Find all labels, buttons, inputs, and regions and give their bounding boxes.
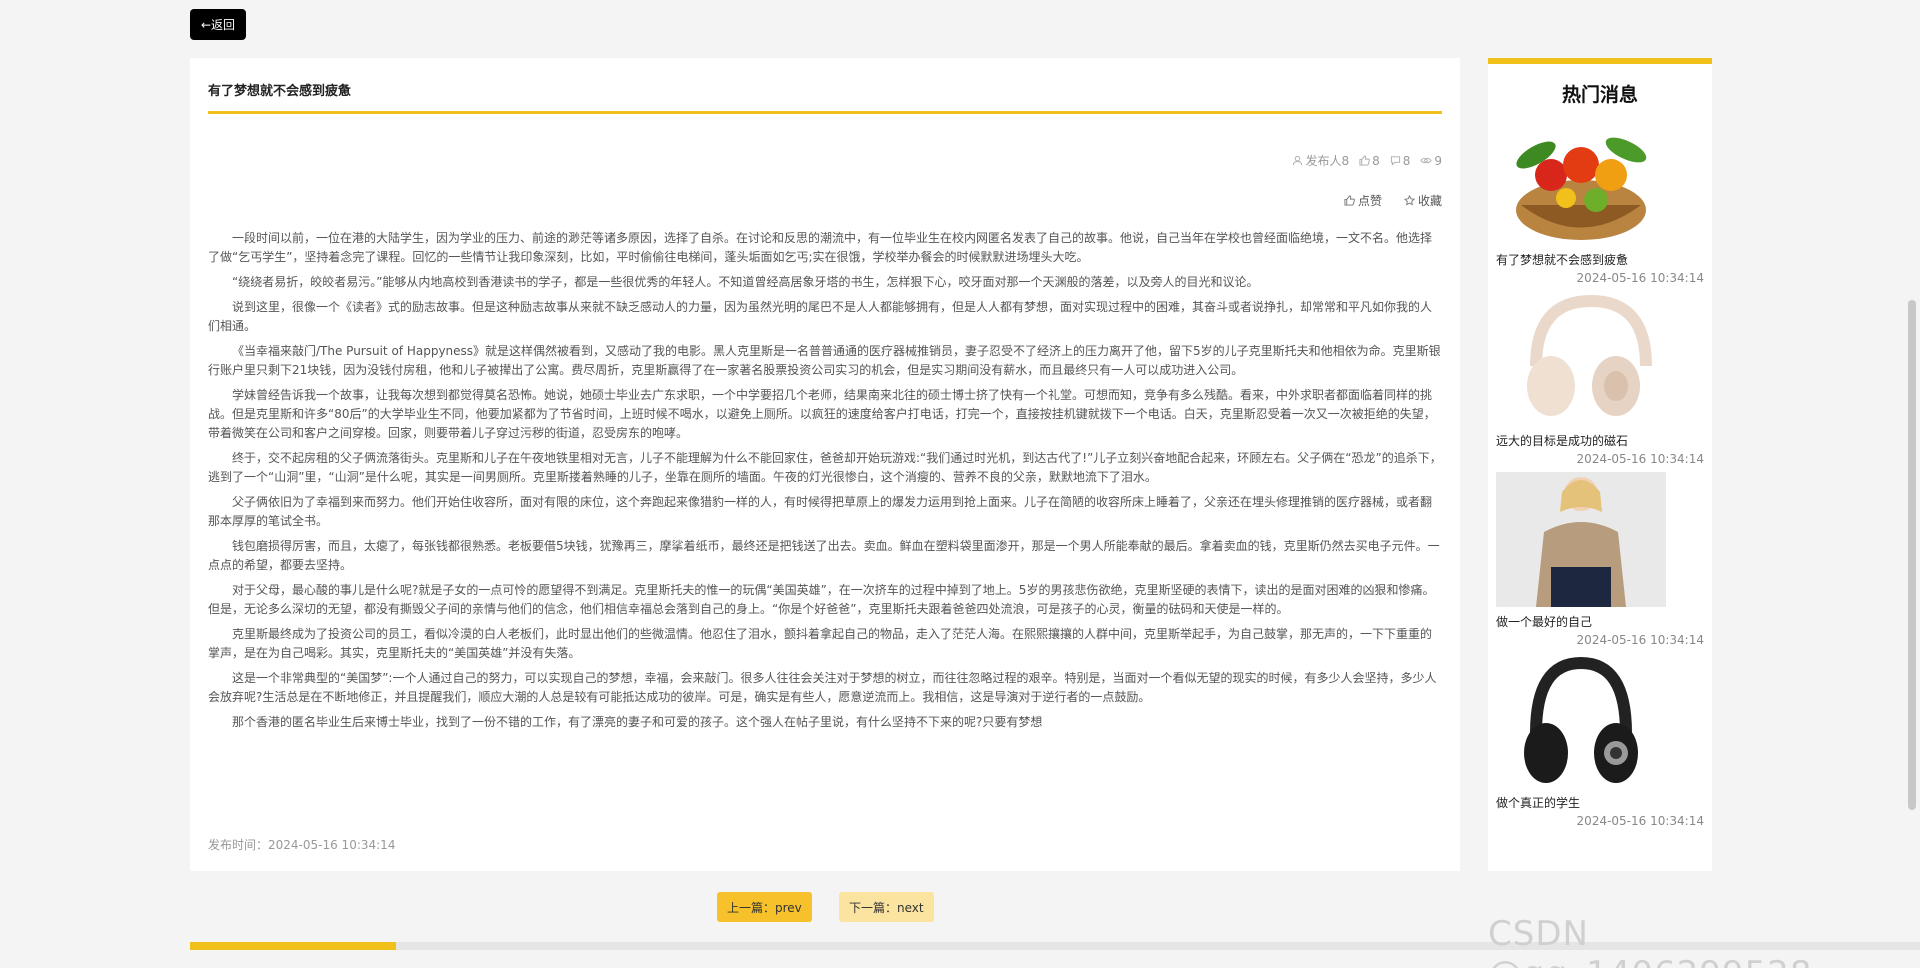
hot-news-title: 热门消息 [1561, 84, 1638, 106]
vertical-scroll-thumb[interactable] [1908, 300, 1916, 810]
paragraph: 对于父母，最心酸的事儿是什么呢?就是子女的一点可怜的愿望得不到满足。克里斯托夫的… [208, 583, 1435, 616]
article-meta: 发布人8 8 8 9 [208, 152, 1442, 169]
paragraph: 那个香港的匿名毕业生后来博士毕业，找到了一份不错的工作，有了漂亮的妻子和可爱的孩… [232, 715, 1043, 729]
paragraph: 钱包磨损得厉害，而且，太瘪了，每张钱都很熟悉。老板要借5块钱，犹豫再三，摩挲着纸… [208, 539, 1440, 572]
favorite-label: 收藏 [1417, 194, 1442, 208]
next-article-button[interactable]: 下一篇：next [839, 892, 934, 922]
article-panel: 有了梦想就不会感到疲惫 发布人8 8 8 9 点赞 收藏 一段时间以前，一位在港 [190, 58, 1460, 871]
views-count: 9 [1434, 153, 1442, 168]
article-content: 一段时间以前，一位在港的大陆学生，因为学业的压力、前途的渺茫等诸多原因，选择了自… [208, 229, 1442, 732]
paragraph: 这是一个非常典型的“美国梦”:一个人通过自己的努力，可以实现自己的梦想，幸福，会… [208, 671, 1437, 704]
paragraph: 终于，交不起房租的父子俩流落街头。克里斯和儿子在午夜地铁里相对无言，儿子不能理解… [208, 451, 1442, 484]
prev-article-button[interactable]: 上一篇：prev [717, 892, 812, 922]
vegetable-basket-image[interactable] [1496, 110, 1666, 245]
hot-news-name[interactable]: 远大的目标是成功的磁石 [1496, 432, 1704, 449]
star-icon [1403, 195, 1415, 206]
article-title: 有了梦想就不会感到疲惫 [208, 58, 1442, 114]
paragraph: “绕绕者易折，皎皎者易污。”能够从内地高校到香港读书的学子，都是一些很优秀的年轻… [232, 275, 1259, 289]
paragraph: 学妹曾经告诉我一个故事，让我每次想到都觉得莫名恐怖。她说，她硕士毕业去广东求职，… [208, 388, 1436, 440]
horizontal-scroll-thumb[interactable] [190, 942, 396, 950]
like-label: 点赞 [1357, 194, 1382, 208]
hot-news-item[interactable]: 远大的目标是成功的磁石 2024-05-16 10:34:14 [1488, 291, 1712, 466]
headphones-image[interactable] [1496, 291, 1666, 426]
thumbs-up-icon [1359, 155, 1370, 166]
favorite-button[interactable]: 收藏 [1403, 192, 1442, 209]
hot-news-date: 2024-05-16 10:34:14 [1576, 452, 1704, 466]
hot-news-name[interactable]: 有了梦想就不会感到疲惫 [1496, 251, 1704, 268]
author-meta: 发布人8 [1292, 152, 1349, 169]
back-button[interactable]: ←返回 [190, 9, 246, 40]
comment-icon [1390, 156, 1400, 166]
hot-news-date: 2024-05-16 10:34:14 [1576, 633, 1704, 647]
hot-news-name[interactable]: 做一个最好的自己 [1496, 613, 1704, 630]
user-icon [1293, 155, 1303, 166]
views-meta: 9 [1420, 152, 1442, 169]
hot-news-item[interactable]: 做个真正的学生 2024-05-16 10:34:14 [1488, 653, 1712, 828]
comments-meta: 8 [1390, 152, 1411, 169]
hot-news-item[interactable]: 有了梦想就不会感到疲惫 2024-05-16 10:34:14 [1488, 110, 1712, 285]
likes-count: 8 [1372, 153, 1380, 168]
hot-news-name[interactable]: 做个真正的学生 [1496, 794, 1704, 811]
paragraph: 说到这里，很像一个《读者》式的励志故事。但是这种励志故事从来就不缺乏感动人的力量… [208, 300, 1433, 333]
hot-news-date: 2024-05-16 10:34:14 [1576, 814, 1704, 828]
comments-count: 8 [1402, 153, 1411, 168]
watermark: CSDN @qq_1406299528 [1488, 914, 1811, 968]
author-name: 发布人8 [1305, 154, 1350, 168]
article-actions: 点赞 收藏 [208, 192, 1442, 209]
black-headphones-image[interactable] [1496, 653, 1666, 788]
paragraph: 《当幸福来敲门/The Pursuit of Happyness》就是这样偶然被… [208, 344, 1441, 377]
paragraph: 一段时间以前，一位在港的大陆学生，因为学业的压力、前途的渺茫等诸多原因，选择了自… [208, 231, 1433, 264]
hot-news-item[interactable]: 做一个最好的自己 2024-05-16 10:34:14 [1488, 472, 1712, 647]
thumbs-up-icon [1344, 195, 1355, 206]
hot-news-panel: 热门消息 有了梦想就不会感到疲惫 2024-05-16 10:34:14 远大的… [1488, 58, 1712, 871]
eye-icon [1420, 157, 1432, 164]
paragraph: 父子俩依旧为了幸福到来而努力。他们开始住收容所，面对有限的床位，这个奔跑起来像猎… [208, 495, 1433, 528]
woman-portrait-image[interactable] [1496, 472, 1666, 607]
like-button[interactable]: 点赞 [1344, 192, 1382, 209]
paragraph: 克里斯最终成为了投资公司的员工，看似冷漠的白人老板们，此时显出他们的些微温情。他… [208, 627, 1433, 660]
likes-meta: 8 [1359, 152, 1380, 169]
publish-time: 发布时间：2024-05-16 10:34:14 [208, 838, 396, 852]
hot-news-date: 2024-05-16 10:34:14 [1576, 271, 1704, 285]
